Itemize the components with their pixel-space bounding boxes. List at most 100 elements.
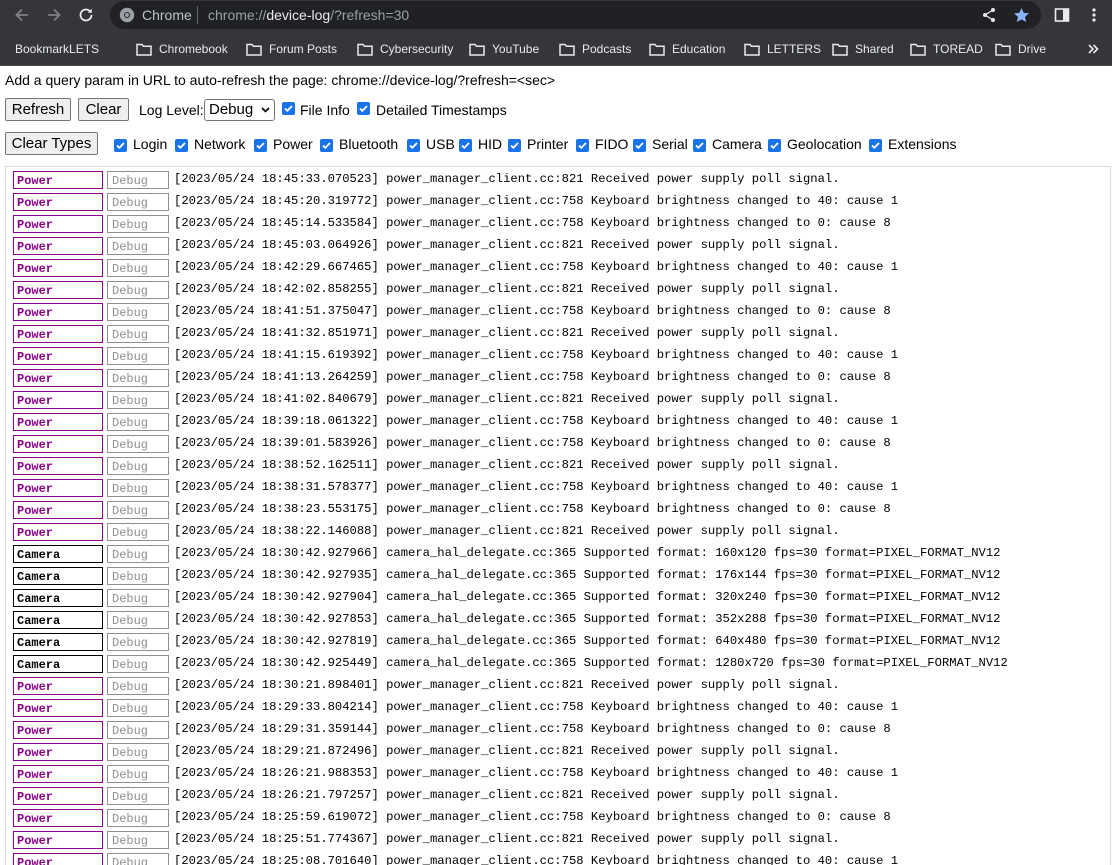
bookmark-chromebook[interactable]: Chromebook — [136, 40, 228, 58]
log-type-badge: Power — [13, 413, 103, 431]
log-message: [2023/05/24 18:38:52.162511] power_manag… — [174, 458, 840, 472]
type-label-login: Login — [133, 136, 168, 152]
log-level-badge: Debug — [107, 611, 169, 629]
type-checkbox-login[interactable] — [114, 139, 127, 152]
log-type-badge: Power — [13, 435, 103, 453]
log-entry: Power Debug [2023/05/24 18:29:31.359144] p… — [6, 717, 1110, 739]
log-level-badge: Debug — [107, 259, 169, 277]
type-checkbox-fido[interactable] — [576, 139, 589, 152]
type-checkbox-geolocation[interactable] — [768, 139, 781, 152]
type-checkbox-network[interactable] — [175, 139, 188, 152]
log-entry: Power Debug [2023/05/24 18:41:51.375047] p… — [6, 299, 1110, 321]
type-checkbox-power[interactable] — [254, 139, 267, 152]
log-message: [2023/05/24 18:30:42.927853] camera_hal_… — [174, 612, 1001, 626]
log-type-badge: Camera — [13, 611, 103, 629]
share-button[interactable] — [980, 6, 998, 24]
log-entry: Power Debug [2023/05/24 18:45:20.319772] p… — [6, 189, 1110, 211]
browser-toolbar: Chrome chrome://device-log/?refresh=30 — [0, 0, 1112, 31]
log-entry: Camera Debug [2023/05/24 18:30:42.927935] … — [6, 563, 1110, 585]
type-checkbox-serial[interactable] — [633, 139, 646, 152]
log-level-badge: Debug — [107, 457, 169, 475]
bookmark-podcasts[interactable]: Podcasts — [559, 40, 631, 58]
side-panel-icon — [1054, 8, 1070, 22]
bookmark-label: Cybersecurity — [380, 42, 454, 56]
type-label-bluetooth: Bluetooth — [339, 136, 399, 152]
log-message: [2023/05/24 18:38:22.146088] power_manag… — [174, 524, 840, 538]
log-message: [2023/05/24 18:29:31.359144] power_manag… — [174, 722, 891, 736]
log-entry: Power Debug [2023/05/24 18:25:51.774367] p… — [6, 827, 1110, 849]
folder-icon — [832, 43, 848, 56]
log-type-badge: Power — [13, 193, 103, 211]
type-label-power: Power — [273, 136, 313, 152]
file-info-label: File Info — [300, 102, 350, 118]
check-icon — [256, 142, 265, 150]
side-panel-button[interactable] — [1052, 5, 1072, 25]
log-level-badge: Debug — [107, 765, 169, 783]
log-level-badge: Debug — [107, 171, 169, 189]
log-level-badge: Debug — [107, 215, 169, 233]
type-checkbox-printer[interactable] — [508, 139, 521, 152]
log-level-badge: Debug — [107, 413, 169, 431]
bookmark-label: BookmarkLETS — [15, 42, 100, 56]
log-entry: Camera Debug [2023/05/24 18:30:42.927904] … — [6, 585, 1110, 607]
type-label-camera: Camera — [712, 136, 762, 152]
log-message: [2023/05/24 18:41:13.264259] power_manag… — [174, 370, 891, 384]
chrome-menu-button[interactable] — [1084, 5, 1104, 25]
log-entry: Power Debug [2023/05/24 18:39:18.061322] p… — [6, 409, 1110, 431]
bookmark-shared[interactable]: Shared — [832, 40, 894, 58]
folder-icon — [136, 43, 152, 56]
file-info-checkbox[interactable] — [282, 102, 295, 115]
log-level-badge: Debug — [107, 369, 169, 387]
log-type-badge: Power — [13, 479, 103, 497]
bookmark-youtube[interactable]: YouTube — [469, 40, 539, 58]
log-message: [2023/05/24 18:30:42.927935] camera_hal_… — [174, 568, 1001, 582]
type-checkbox-hid[interactable] — [459, 139, 472, 152]
type-label-serial: Serial — [652, 136, 688, 152]
log-entry: Power Debug [2023/05/24 18:42:29.667465] p… — [6, 255, 1110, 277]
log-level-select[interactable]: Debug — [204, 99, 275, 121]
log-message: [2023/05/24 18:25:51.774367] power_manag… — [174, 832, 840, 846]
type-checkbox-camera[interactable] — [693, 139, 706, 152]
log-type-badge: Power — [13, 501, 103, 519]
bookmark-star-button[interactable] — [1012, 6, 1030, 24]
check-icon — [510, 142, 519, 150]
back-button[interactable] — [10, 4, 34, 26]
bookmark-education[interactable]: Education — [649, 40, 725, 58]
bookmark-toread[interactable]: TOREAD — [910, 40, 983, 58]
chevron-down-icon — [261, 107, 270, 113]
clear-types-button[interactable]: Clear Types — [5, 132, 98, 155]
bookmark-label: YouTube — [492, 42, 540, 56]
forward-button[interactable] — [42, 4, 66, 26]
refresh-button[interactable]: Refresh — [5, 98, 71, 121]
bookmark-drive[interactable]: Drive — [995, 40, 1046, 58]
site-chip: Chrome — [142, 7, 192, 23]
type-checkbox-bluetooth[interactable] — [320, 139, 333, 152]
bookmark-label: Drive — [1018, 42, 1047, 56]
log-type-badge: Power — [13, 369, 103, 387]
arrow-left-icon — [15, 8, 28, 22]
log-message: [2023/05/24 18:26:21.988353] power_manag… — [174, 766, 899, 780]
log-message: [2023/05/24 18:38:31.578377] power_manag… — [174, 480, 899, 494]
bookmark-cybersecurity[interactable]: Cybersecurity — [357, 40, 453, 58]
reload-button[interactable] — [74, 4, 98, 26]
detailed-timestamps-checkbox[interactable] — [357, 102, 370, 115]
type-label-fido: FIDO — [595, 136, 629, 152]
log-level-badge: Debug — [107, 347, 169, 365]
type-checkbox-usb[interactable] — [407, 139, 420, 152]
bookmark-letters[interactable]: LETTERS — [744, 40, 821, 58]
log-list[interactable]: Power Debug [2023/05/24 18:45:33.070523] p… — [5, 166, 1111, 865]
bookmark-bookmarklets[interactable]: BookmarkLETS — [15, 40, 99, 58]
bookmark-forum-posts[interactable]: Forum Posts — [246, 40, 337, 58]
log-entry: Camera Debug [2023/05/24 18:30:42.925449] … — [6, 651, 1110, 673]
type-label-usb: USB — [426, 136, 455, 152]
type-checkbox-extensions[interactable] — [869, 139, 882, 152]
clear-button[interactable]: Clear — [78, 98, 129, 121]
log-message: [2023/05/24 18:26:21.797257] power_manag… — [174, 788, 840, 802]
chip-divider — [197, 6, 198, 24]
log-level-badge: Debug — [107, 699, 169, 717]
log-type-badge: Power — [13, 171, 103, 189]
log-level-badge: Debug — [107, 281, 169, 299]
address-bar[interactable]: Chrome chrome://device-log/?refresh=30 — [110, 1, 1041, 29]
bookmarks-overflow-button[interactable] — [1084, 40, 1102, 58]
log-message: [2023/05/24 18:42:29.667465] power_manag… — [174, 260, 899, 274]
